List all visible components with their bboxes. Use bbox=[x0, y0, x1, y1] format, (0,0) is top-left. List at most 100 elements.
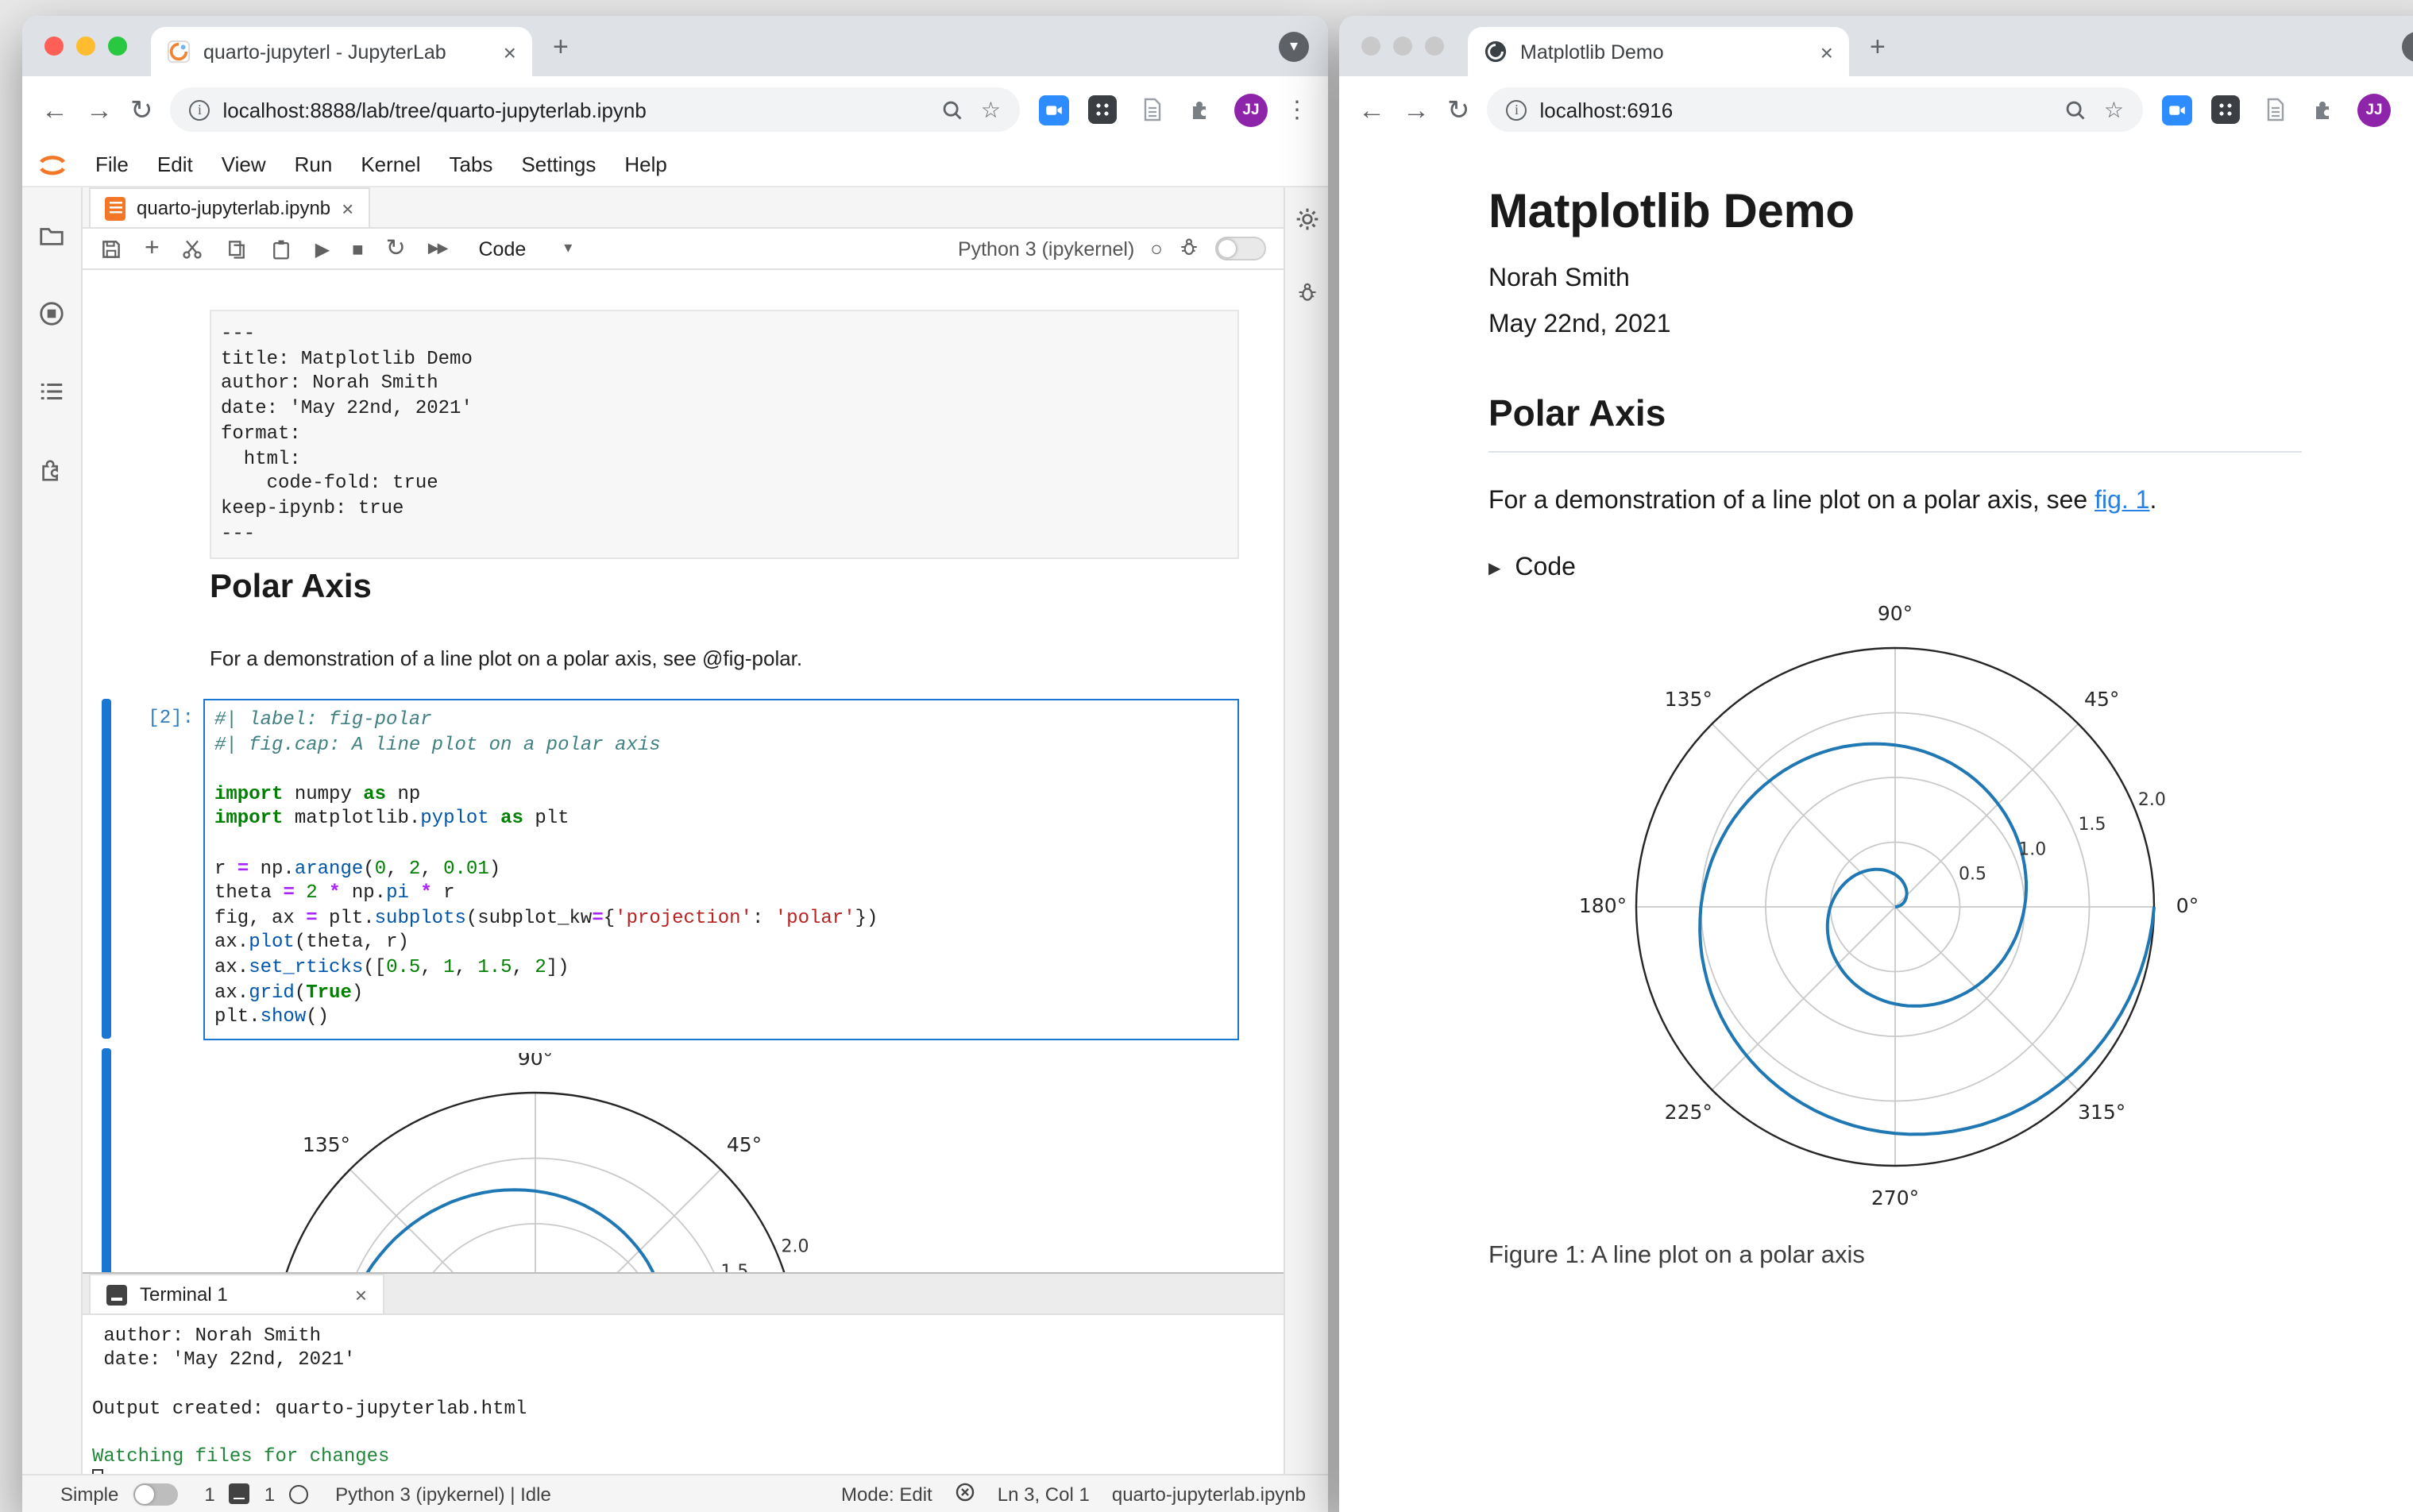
kernels-count[interactable]: 1 bbox=[264, 1483, 275, 1505]
zoom-window-button[interactable] bbox=[1425, 37, 1444, 56]
bookmark-star-icon[interactable]: ☆ bbox=[981, 96, 1001, 123]
figure-link[interactable]: fig. 1 bbox=[2094, 488, 2149, 515]
address-bar[interactable]: i localhost:8888/lab/tree/quarto-jupyter… bbox=[170, 87, 1020, 132]
stop-kernel-icon[interactable]: ■ bbox=[352, 239, 364, 258]
menu-view[interactable]: View bbox=[207, 146, 280, 183]
debugger-sidebar-icon[interactable] bbox=[1295, 281, 1318, 311]
browser-menu-icon[interactable]: ⋮ bbox=[1285, 95, 1309, 124]
code-line[interactable]: #| label: fig-polar bbox=[214, 708, 1237, 733]
browser-profile-menu[interactable]: ▾ bbox=[1279, 32, 1309, 62]
video-extension-icon[interactable] bbox=[2160, 94, 2192, 125]
code-line[interactable] bbox=[214, 758, 1237, 782]
reload-button[interactable]: ↻ bbox=[1447, 96, 1470, 123]
back-button[interactable]: ← bbox=[41, 96, 68, 123]
code-line[interactable]: fig, ax = plt.subplots(subplot_kw={'proj… bbox=[214, 907, 1237, 932]
search-icon[interactable] bbox=[2060, 94, 2091, 125]
menu-tabs[interactable]: Tabs bbox=[435, 146, 508, 183]
menu-help[interactable]: Help bbox=[610, 146, 681, 183]
right-titlebar[interactable]: Matplotlib Demo × + ▾ bbox=[1339, 16, 2413, 76]
file-browser-icon[interactable] bbox=[38, 222, 65, 257]
kernel-name[interactable]: Python 3 (ipykernel) bbox=[958, 237, 1134, 260]
save-icon[interactable] bbox=[100, 237, 122, 260]
forward-button[interactable]: → bbox=[1403, 96, 1430, 123]
url-text[interactable]: localhost:6916 bbox=[1540, 98, 2047, 122]
tab-close-icon[interactable]: × bbox=[504, 39, 516, 64]
paste-cells-icon[interactable] bbox=[271, 237, 293, 260]
cut-cells-icon[interactable] bbox=[182, 237, 204, 260]
browser-avatar[interactable]: JJ bbox=[2357, 93, 2391, 126]
address-bar[interactable]: i localhost:6916 ☆ bbox=[1487, 87, 2143, 132]
code-line[interactable]: theta = 2 * np.pi * r bbox=[214, 881, 1237, 906]
property-inspector-gear-icon[interactable] bbox=[1294, 206, 1319, 240]
running-kernels-icon[interactable] bbox=[38, 300, 65, 335]
table-of-contents-icon[interactable] bbox=[38, 378, 65, 413]
new-tab-button[interactable]: + bbox=[1870, 32, 1886, 64]
left-titlebar[interactable]: quarto-jupyterl - JupyterLab × + ▾ bbox=[22, 16, 1328, 76]
restart-kernel-icon[interactable]: ↻ bbox=[386, 237, 406, 260]
code-line[interactable]: import numpy as np bbox=[214, 783, 1237, 808]
notebook-tab[interactable]: quarto-jupyterlab.ipynb × bbox=[89, 187, 370, 227]
menu-file[interactable]: File bbox=[81, 146, 143, 183]
cursor-position[interactable]: Ln 3, Col 1 bbox=[998, 1483, 1090, 1505]
zoom-window-button[interactable] bbox=[108, 37, 127, 56]
terminal-tab-close-icon[interactable]: × bbox=[355, 1282, 367, 1306]
bookmark-star-icon[interactable]: ☆ bbox=[2104, 96, 2124, 123]
mode-indicator[interactable]: Mode: Edit bbox=[841, 1483, 932, 1505]
minimize-window-button[interactable] bbox=[76, 37, 95, 56]
tab-close-icon[interactable]: × bbox=[1820, 39, 1833, 64]
terminal-output[interactable]: author: Norah Smith date: 'May 22nd, 202… bbox=[83, 1315, 1284, 1474]
kernel-status-text[interactable]: Python 3 (ipykernel) | Idle bbox=[335, 1483, 551, 1505]
output-collapser[interactable] bbox=[102, 1048, 111, 1272]
browser-tab-preview[interactable]: Matplotlib Demo × bbox=[1468, 27, 1849, 76]
code-line[interactable]: ax.grid(True) bbox=[214, 981, 1237, 1005]
code-line[interactable]: ax.plot(theta, r) bbox=[214, 932, 1237, 956]
search-icon[interactable] bbox=[936, 94, 968, 125]
extensions-puzzle-icon[interactable] bbox=[1185, 94, 1217, 125]
code-line[interactable]: import matplotlib.pyplot as plt bbox=[214, 808, 1237, 832]
extension-manager-icon[interactable] bbox=[38, 456, 65, 491]
cell-type-dropdown[interactable]: Code ▾ bbox=[479, 237, 573, 260]
code-line[interactable] bbox=[214, 832, 1237, 857]
input-collapser[interactable] bbox=[102, 699, 111, 1039]
run-cell-icon[interactable]: ▶ bbox=[315, 239, 330, 258]
close-window-button[interactable] bbox=[1361, 37, 1380, 56]
notebook-toolbar-toggle[interactable] bbox=[1215, 237, 1266, 260]
browser-avatar[interactable]: JJ bbox=[1234, 93, 1268, 126]
reload-button[interactable]: ↻ bbox=[130, 96, 153, 123]
menu-kernel[interactable]: Kernel bbox=[346, 146, 434, 183]
code-line[interactable]: plt.show() bbox=[214, 1005, 1237, 1030]
code-line[interactable]: #| fig.cap: A line plot on a polar axis bbox=[214, 733, 1237, 758]
code-line[interactable]: ax.set_rticks([0.5, 1, 1.5, 2]) bbox=[214, 956, 1237, 981]
url-text[interactable]: localhost:8888/lab/tree/quarto-jupyterla… bbox=[223, 98, 924, 122]
minimize-window-button[interactable] bbox=[1393, 37, 1412, 56]
quarto-rendered-page[interactable]: Matplotlib Demo Norah Smith May 22nd, 20… bbox=[1339, 143, 2413, 1512]
simple-mode-toggle[interactable] bbox=[133, 1483, 178, 1505]
close-window-button[interactable] bbox=[44, 37, 64, 56]
back-button[interactable]: ← bbox=[1358, 96, 1385, 123]
raw-yaml-cell[interactable]: --- title: Matplotlib Demo author: Norah S… bbox=[210, 310, 1239, 560]
browser-tab-jupyterlab[interactable]: quarto-jupyterl - JupyterLab × bbox=[151, 27, 532, 76]
notifications-icon[interactable] bbox=[955, 1481, 975, 1506]
browser-profile-menu[interactable]: ▾ bbox=[2402, 32, 2413, 62]
menu-settings[interactable]: Settings bbox=[507, 146, 610, 183]
menu-edit[interactable]: Edit bbox=[143, 146, 207, 183]
notebook-tab-close-icon[interactable]: × bbox=[342, 196, 353, 220]
site-info-icon[interactable]: i bbox=[1506, 99, 1527, 120]
code-fold-toggle[interactable]: ▶ Code bbox=[1488, 554, 2302, 583]
terminal-tab[interactable]: Terminal 1 × bbox=[89, 1274, 384, 1313]
site-info-icon[interactable]: i bbox=[189, 99, 210, 120]
terminals-count[interactable]: 1 bbox=[204, 1483, 214, 1505]
menu-run[interactable]: Run bbox=[280, 146, 347, 183]
restart-run-all-icon[interactable]: ▶▶ bbox=[428, 241, 449, 256]
document-extension-icon[interactable] bbox=[1136, 94, 1168, 125]
add-cell-icon[interactable]: + bbox=[145, 235, 160, 261]
forward-button[interactable]: → bbox=[86, 96, 113, 123]
grid-extension-icon[interactable] bbox=[2210, 94, 2241, 125]
video-extension-icon[interactable] bbox=[1037, 94, 1069, 125]
code-line[interactable]: r = np.arange(0, 2, 0.01) bbox=[214, 857, 1237, 881]
code-cell[interactable]: #| label: fig-polar #| fig.cap: A line pl… bbox=[203, 699, 1239, 1040]
notebook-content[interactable]: --- title: Matplotlib Demo author: Norah S… bbox=[83, 270, 1284, 1272]
new-tab-button[interactable]: + bbox=[553, 32, 569, 64]
debugger-icon[interactable] bbox=[1179, 236, 1199, 261]
copy-cells-icon[interactable] bbox=[226, 237, 249, 260]
